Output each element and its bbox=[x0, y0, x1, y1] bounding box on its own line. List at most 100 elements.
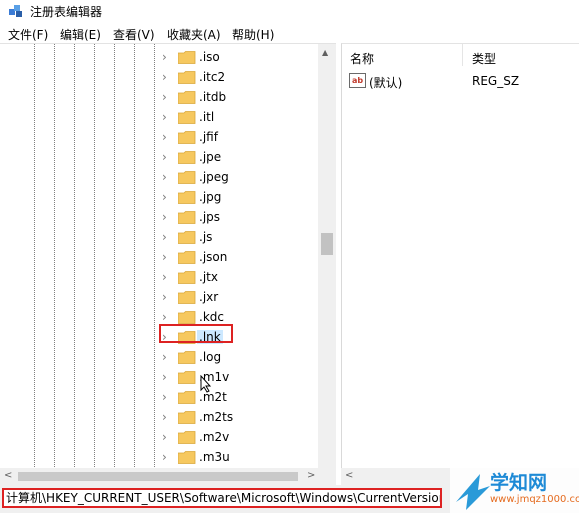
key-tree-pane[interactable]: › .iso › .itc2 › .itdb › .itl › .jfif › .jpe › .jpeg ›… bbox=[0, 43, 336, 469]
chevron-right-icon[interactable]: › bbox=[162, 110, 172, 124]
tree-item[interactable]: › .jpe bbox=[162, 147, 312, 167]
menu-edit[interactable]: 编辑(E) bbox=[60, 26, 101, 43]
tree-guide-line bbox=[74, 44, 75, 469]
column-header-name[interactable]: 名称 bbox=[350, 50, 374, 67]
chevron-right-icon[interactable]: › bbox=[162, 270, 172, 284]
folder-icon bbox=[178, 391, 196, 404]
scroll-right-arrow-icon[interactable]: > bbox=[307, 470, 315, 481]
menu-help[interactable]: 帮助(H) bbox=[232, 26, 274, 43]
chevron-right-icon[interactable]: › bbox=[162, 450, 172, 464]
chevron-right-icon[interactable]: › bbox=[162, 390, 172, 404]
menu-bar: 文件(F) 编辑(E) 查看(V) 收藏夹(A) 帮助(H) bbox=[0, 23, 579, 43]
menu-file[interactable]: 文件(F) bbox=[8, 26, 48, 43]
chevron-right-icon[interactable]: › bbox=[162, 130, 172, 144]
tree-scroll-thumb[interactable] bbox=[321, 233, 333, 255]
tree-guide-line bbox=[134, 44, 135, 469]
tree-item[interactable]: › .js bbox=[162, 227, 312, 247]
tree-horizontal-scrollbar[interactable]: < > bbox=[0, 468, 336, 485]
tree-item[interactable]: › .m2t bbox=[162, 387, 312, 407]
tree-item-label: .jfif bbox=[199, 130, 218, 144]
tree-vertical-scrollbar[interactable]: ▲ bbox=[318, 44, 336, 469]
tree-item-label: .m2ts bbox=[199, 410, 234, 424]
tree-item[interactable]: › .jtx bbox=[162, 267, 312, 287]
chevron-right-icon[interactable]: › bbox=[162, 170, 172, 184]
tree-item[interactable]: › .itdb bbox=[162, 87, 312, 107]
tree-item[interactable]: › .jpg bbox=[162, 187, 312, 207]
chevron-right-icon[interactable]: › bbox=[162, 290, 172, 304]
folder-icon bbox=[178, 451, 196, 464]
folder-icon bbox=[178, 71, 196, 84]
chevron-right-icon[interactable]: › bbox=[162, 210, 172, 224]
scroll-up-arrow-icon[interactable]: ▲ bbox=[322, 48, 328, 57]
menu-favorites[interactable]: 收藏夹(A) bbox=[167, 26, 221, 43]
tree-item[interactable]: › .log bbox=[162, 347, 312, 367]
tree-item-label: .log bbox=[199, 350, 222, 364]
values-pane[interactable]: 名称 类型 ab (默认) REG_SZ bbox=[341, 43, 579, 469]
tree-item[interactable]: › .m2ts bbox=[162, 407, 312, 427]
tree-item-label: .itc2 bbox=[199, 70, 226, 84]
folder-icon bbox=[178, 211, 196, 224]
value-name[interactable]: (默认) bbox=[369, 74, 402, 91]
tree-item[interactable]: › .jfif bbox=[162, 127, 312, 147]
tree-item[interactable]: › .m3u bbox=[162, 447, 312, 467]
folder-icon bbox=[178, 151, 196, 164]
tree-item[interactable]: › .json bbox=[162, 247, 312, 267]
tree-item-label: .m2v bbox=[199, 430, 230, 444]
column-separator[interactable] bbox=[462, 44, 463, 66]
folder-icon bbox=[178, 191, 196, 204]
chevron-right-icon[interactable]: › bbox=[162, 370, 172, 384]
tree-item[interactable]: › .jps bbox=[162, 207, 312, 227]
chevron-right-icon[interactable]: › bbox=[162, 410, 172, 424]
folder-icon bbox=[178, 171, 196, 184]
chevron-right-icon[interactable]: › bbox=[162, 430, 172, 444]
chevron-right-icon[interactable]: › bbox=[162, 230, 172, 244]
value-type: REG_SZ bbox=[472, 74, 520, 88]
tree-item-label: .jps bbox=[199, 210, 221, 224]
chevron-right-icon[interactable]: › bbox=[162, 90, 172, 104]
chevron-right-icon[interactable]: › bbox=[162, 190, 172, 204]
chevron-right-icon[interactable]: › bbox=[162, 150, 172, 164]
tree-item-label: .jtx bbox=[199, 270, 218, 284]
tree-item[interactable]: › .itl bbox=[162, 107, 312, 127]
chevron-right-icon[interactable]: › bbox=[162, 70, 172, 84]
tree-item[interactable]: › .m1v bbox=[162, 367, 312, 387]
tree-item[interactable]: › .jxr bbox=[162, 287, 312, 307]
chevron-right-icon[interactable]: › bbox=[162, 50, 172, 64]
column-header-type[interactable]: 类型 bbox=[472, 50, 496, 67]
folder-icon bbox=[178, 371, 196, 384]
tree-item[interactable]: › .iso bbox=[162, 47, 312, 67]
chevron-right-icon[interactable]: › bbox=[162, 350, 172, 364]
tree-item-label: .itdb bbox=[199, 90, 227, 104]
title-bar: 注册表编辑器 bbox=[0, 0, 579, 22]
scroll-left-arrow-icon[interactable]: < bbox=[4, 470, 12, 481]
folder-icon bbox=[178, 351, 196, 364]
watermark-url: www.jmqz1000.com bbox=[490, 494, 579, 505]
watermark-logo: 学知网 bbox=[490, 472, 548, 494]
registry-editor-icon bbox=[9, 5, 22, 17]
tree-item[interactable]: › .m2v bbox=[162, 427, 312, 447]
folder-icon bbox=[178, 411, 196, 424]
chevron-right-icon[interactable]: › bbox=[162, 250, 172, 264]
folder-icon bbox=[178, 51, 196, 64]
tree-item-label: .jxr bbox=[199, 290, 219, 304]
tree-item[interactable]: › .itc2 bbox=[162, 67, 312, 87]
tree-guide-line bbox=[94, 44, 95, 469]
scroll-left-arrow-icon[interactable]: < bbox=[345, 470, 353, 481]
tree-hscroll-thumb[interactable] bbox=[18, 472, 298, 481]
folder-icon bbox=[178, 291, 196, 304]
folder-icon bbox=[178, 131, 196, 144]
folder-icon bbox=[178, 91, 196, 104]
tree-item-label: .jpe bbox=[199, 150, 222, 164]
tree-item-label: .json bbox=[199, 250, 228, 264]
menu-view[interactable]: 查看(V) bbox=[113, 26, 155, 43]
folder-icon bbox=[178, 431, 196, 444]
chevron-right-icon[interactable]: › bbox=[162, 310, 172, 324]
tree-item[interactable]: › .jpeg bbox=[162, 167, 312, 187]
tree-item-label: .kdc bbox=[199, 310, 224, 324]
tree-guide-line bbox=[154, 44, 155, 469]
window-title: 注册表编辑器 bbox=[30, 5, 103, 19]
folder-icon bbox=[178, 231, 196, 244]
tree-item-label: .itl bbox=[199, 110, 215, 124]
tree-guide-line bbox=[34, 44, 35, 469]
address-path[interactable]: 计算机\HKEY_CURRENT_USER\Software\Microsoft… bbox=[2, 488, 442, 508]
